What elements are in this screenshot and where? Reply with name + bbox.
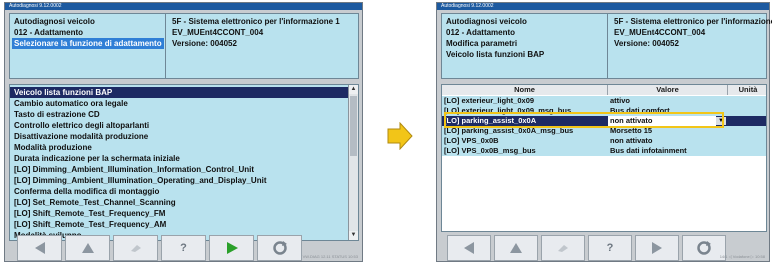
right-window-title: Autodiagnosi 9.12.0002 bbox=[441, 3, 494, 9]
right-header-line-4: Veicolo lista funzioni BAP bbox=[446, 50, 545, 59]
left-header-ecu-code: EV_MUEnt4CCONT_004 bbox=[172, 28, 264, 37]
parameter-table: Nome Valore Unità [LO] exterieur_light_0… bbox=[441, 84, 767, 232]
back-button[interactable] bbox=[17, 235, 62, 261]
left-header-ecu-name: 5F - Sistema elettronico per l'informazi… bbox=[172, 17, 340, 26]
list-item[interactable]: [LO] Dimming_Ambient_Illumination_Operat… bbox=[10, 175, 266, 186]
right-header-line-3: Modifica parametri bbox=[446, 39, 518, 48]
right-info-header: Autodiagnosi veicolo 012 - Adattamento M… bbox=[441, 13, 772, 79]
refresh-icon bbox=[272, 241, 287, 255]
list-item[interactable]: Controllo elettrico degli altoparlanti bbox=[10, 120, 149, 131]
triangle-right-icon bbox=[652, 242, 662, 254]
refresh-icon bbox=[697, 241, 711, 255]
list-scrollbar[interactable]: ▲ ▼ bbox=[348, 85, 358, 240]
list-item[interactable]: Disattivazione modalità produzione bbox=[10, 131, 148, 142]
list-item[interactable]: [LO] Shift_Remote_Test_Frequency_FM bbox=[10, 208, 165, 219]
transition-arrow-icon bbox=[387, 122, 413, 150]
left-status-bar: VW.DIAG 12.11 STATUS 10:53 bbox=[302, 254, 358, 259]
triangle-left-icon bbox=[34, 242, 45, 254]
list-item[interactable]: [LO] Set_Remote_Test_Channel_Scanning bbox=[10, 197, 176, 208]
left-titlebar: Autodiagnosi 9.12.0002 bbox=[5, 3, 362, 10]
right-titlebar: Autodiagnosi 9.12.0002 bbox=[437, 3, 769, 10]
eraser-icon bbox=[558, 245, 568, 252]
left-window-title: Autodiagnosi 9.12.0002 bbox=[9, 3, 62, 9]
column-header-value[interactable]: Valore bbox=[608, 85, 728, 95]
up-button[interactable] bbox=[494, 235, 538, 261]
forward-button[interactable] bbox=[635, 235, 679, 261]
row-name: [LO] VPS_0x0B_msg_bus bbox=[444, 146, 536, 155]
right-header-version: Versione: 004052 bbox=[614, 39, 679, 48]
right-toolbar: ? bbox=[447, 235, 763, 261]
list-item[interactable]: Cambio automatico ora legale bbox=[10, 98, 128, 109]
selection-highlight-box bbox=[444, 112, 724, 128]
right-header-line-1: Autodiagnosi veicolo bbox=[446, 17, 527, 26]
up-button[interactable] bbox=[65, 235, 110, 261]
scroll-thumb[interactable] bbox=[350, 96, 357, 156]
help-button[interactable]: ? bbox=[588, 235, 632, 261]
list-item[interactable]: Durata indicazione per la schermata iniz… bbox=[10, 153, 180, 164]
row-value: attivo bbox=[610, 96, 631, 105]
left-header-line-2: 012 - Adattamento bbox=[14, 28, 84, 37]
left-header-version: Versione: 004052 bbox=[172, 39, 237, 48]
row-name: [LO] exterieur_light_0x09 bbox=[444, 96, 535, 105]
triangle-left-icon bbox=[464, 242, 474, 254]
adaptation-function-list[interactable]: Veicolo lista funzioni BAP Cambio automa… bbox=[9, 84, 359, 241]
triangle-up-icon bbox=[510, 243, 522, 253]
row-value: non attivato bbox=[610, 136, 653, 145]
right-header-ecu-code: EV_MUEnt4CCONT_004 bbox=[614, 28, 706, 37]
help-button[interactable]: ? bbox=[161, 235, 206, 261]
right-status-bar: 14/1 ◁ Vodafone ▷ 10:58 bbox=[719, 254, 765, 259]
left-diagnostic-window: Autodiagnosi 9.12.0002 Autodiagnosi veic… bbox=[4, 2, 363, 262]
list-item[interactable]: [LO] Dimming_Ambient_Illumination_Inform… bbox=[10, 164, 254, 175]
table-row[interactable]: [LO] exterieur_light_0x09 attivo bbox=[442, 96, 766, 106]
scroll-up-icon[interactable]: ▲ bbox=[349, 85, 358, 94]
refresh-button[interactable] bbox=[257, 235, 302, 261]
row-value: Bus dati infotainment bbox=[610, 146, 687, 155]
list-item[interactable]: Conferma della modifica di montaggio bbox=[10, 186, 159, 197]
help-label: ? bbox=[606, 242, 614, 254]
left-header-line-1: Autodiagnosi veicolo bbox=[14, 17, 95, 26]
list-item[interactable]: [LO] Shift_Remote_Test_Frequency_AM bbox=[10, 219, 166, 230]
row-name: [LO] VPS_0x0B bbox=[444, 136, 499, 145]
play-icon bbox=[226, 242, 238, 254]
eraser-button[interactable] bbox=[541, 235, 585, 261]
right-diagnostic-window: Autodiagnosi 9.12.0002 Autodiagnosi veic… bbox=[436, 2, 772, 262]
play-button[interactable] bbox=[209, 235, 254, 261]
table-row[interactable]: [LO] VPS_0x0B non attivato bbox=[442, 136, 766, 146]
left-header-line-3-selected: Selezionare la funzione di adattamento bbox=[12, 38, 164, 49]
eraser-button[interactable] bbox=[113, 235, 158, 261]
column-header-name[interactable]: Nome bbox=[442, 85, 608, 95]
column-header-unit[interactable]: Unità bbox=[728, 85, 766, 95]
list-item[interactable]: Tasto di estrazione CD bbox=[10, 109, 100, 120]
right-header-ecu-name: 5F - Sistema elettronico per l'informazi… bbox=[614, 17, 772, 26]
triangle-up-icon bbox=[81, 243, 94, 253]
eraser-icon bbox=[130, 245, 141, 252]
help-label: ? bbox=[180, 242, 187, 254]
table-row[interactable]: [LO] VPS_0x0B_msg_bus Bus dati infotainm… bbox=[442, 146, 766, 156]
back-button[interactable] bbox=[447, 235, 491, 261]
left-info-header: Autodiagnosi veicolo 012 - Adattamento S… bbox=[9, 13, 359, 79]
list-item[interactable]: Modalità produzione bbox=[10, 142, 92, 153]
list-item-selected[interactable]: Veicolo lista funzioni BAP bbox=[10, 87, 348, 98]
right-header-line-2: 012 - Adattamento bbox=[446, 28, 516, 37]
